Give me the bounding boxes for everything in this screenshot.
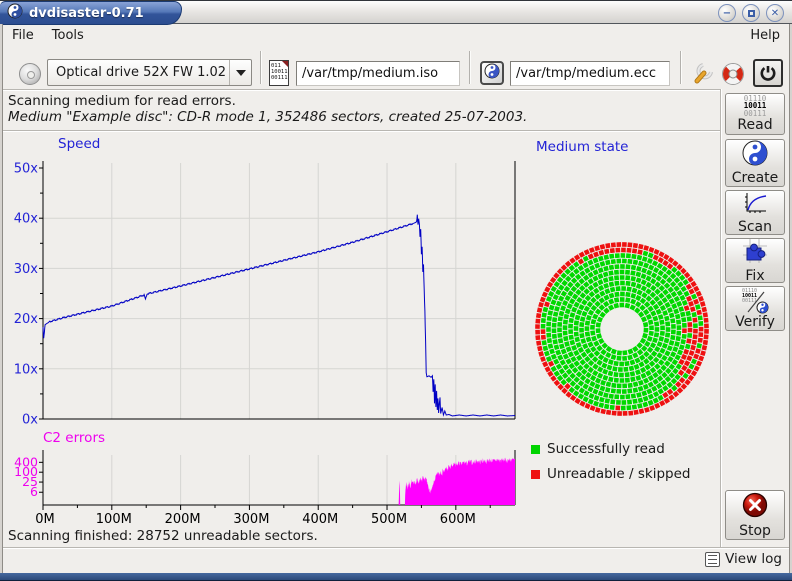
svg-text:50x: 50x	[14, 162, 39, 177]
legend-label: Successfully read	[547, 441, 665, 457]
status-line-2: Medium "Example disc": CD-R mode 1, 3524…	[8, 109, 527, 125]
log-list-icon	[705, 552, 720, 567]
dvdisaster-window: { "window": { "title": "dvdisaster-0.71"…	[0, 0, 792, 581]
yinyang-create-icon	[742, 140, 768, 170]
svg-text:10x: 10x	[14, 362, 39, 377]
sidebar-button-label: Read	[737, 117, 772, 133]
maximize-button[interactable]	[742, 4, 760, 22]
sidebar-button-scan[interactable]: Scan	[725, 190, 785, 235]
sidebar-button-label: Create	[732, 170, 779, 186]
image-file-icon: 0111001100111	[269, 60, 289, 86]
sidebar-button-verify[interactable]: 011101001100111Verify	[725, 286, 785, 331]
sidebar-button-fix[interactable]: Fix	[725, 238, 785, 283]
menu-item-help[interactable]: Help	[741, 26, 789, 45]
svg-text:Speed: Speed	[58, 136, 100, 152]
medium-state-title: Medium state	[536, 139, 628, 155]
svg-text:30x: 30x	[14, 262, 39, 277]
svg-text:200M: 200M	[165, 512, 201, 526]
menu-item-file[interactable]: File	[3, 26, 43, 45]
svg-text:0x: 0x	[22, 413, 38, 428]
svg-text:0M: 0M	[35, 512, 55, 526]
puzzle-fix-icon	[742, 238, 768, 268]
chevron-down-icon	[236, 70, 246, 76]
close-button[interactable]: ✕	[766, 4, 784, 22]
toolbar-separator	[469, 51, 471, 84]
title-tab: dvdisaster-0.71	[0, 1, 182, 25]
scan-result-text: Scanning finished: 28752 unreadable sect…	[8, 528, 318, 544]
preferences-wrench-icon[interactable]	[689, 59, 717, 87]
legend-swatch	[531, 445, 540, 454]
image-file-input[interactable]	[296, 61, 460, 86]
sidebar-button-label: Stop	[739, 523, 771, 539]
svg-text:C2 errors: C2 errors	[43, 430, 105, 446]
curve-scan-icon	[742, 191, 768, 219]
title-bar[interactable]: dvdisaster-0.71 − ✕	[0, 0, 792, 24]
svg-text:20x: 20x	[14, 312, 39, 327]
verify-compare-icon: 011101001100111	[740, 288, 770, 314]
menu-bar: FileTools Help	[3, 25, 789, 46]
toolbar: Optical drive 52X FW 1.02 0111001100111	[3, 46, 789, 89]
action-sidebar: 011101001100111ReadCreateScanFix01110100…	[723, 89, 789, 547]
status-line-1: Scanning medium for read errors.	[8, 93, 236, 109]
svg-text:100M: 100M	[96, 512, 132, 526]
sidebar-button-label: Fix	[745, 268, 764, 284]
sidebar-button-create[interactable]: Create	[725, 139, 785, 187]
legend-item: Unreadable / skipped	[531, 466, 690, 482]
menu-item-tools[interactable]: Tools	[43, 26, 93, 45]
quit-power-icon[interactable]	[753, 59, 783, 87]
separator	[0, 130, 722, 132]
ecc-file-icon	[480, 61, 504, 85]
window-title: dvdisaster-0.71	[29, 6, 144, 21]
help-lifebuoy-icon[interactable]	[719, 60, 747, 88]
svg-text:400M: 400M	[302, 512, 338, 526]
sidebar-button-read[interactable]: 011101001100111Read	[725, 93, 785, 135]
legend-swatch	[531, 470, 540, 479]
speed-chart: Speed 0x 10x 20x 30x 40x 50x	[0, 135, 530, 430]
separator	[720, 89, 722, 547]
svg-text:300M: 300M	[233, 512, 269, 526]
drive-selector[interactable]: Optical drive 52X FW 1.02	[47, 59, 252, 86]
drive-selector-arrow[interactable]	[229, 60, 251, 85]
cd-drive-icon	[19, 63, 41, 85]
medium-state-disc	[527, 234, 717, 424]
svg-text:600M: 600M	[440, 512, 476, 526]
svg-text:6: 6	[30, 484, 38, 499]
svg-text:500M: 500M	[371, 512, 407, 526]
stop-x-icon	[741, 491, 769, 523]
separator	[0, 89, 722, 91]
view-log-button[interactable]: View log	[705, 551, 782, 567]
drive-selector-value: Optical drive 52X FW 1.02	[48, 65, 229, 80]
legend-item: Successfully read	[531, 441, 665, 457]
svg-text:40x: 40x	[14, 212, 39, 227]
app-yinyang-icon	[7, 3, 23, 23]
sidebar-button-label: Verify	[735, 314, 775, 330]
footer-bar: View log	[0, 549, 792, 573]
window-left-border	[0, 24, 3, 573]
legend-label: Unreadable / skipped	[547, 466, 690, 482]
toolbar-separator	[680, 51, 682, 84]
minimize-button[interactable]: −	[718, 4, 736, 22]
sidebar-button-label: Scan	[738, 219, 772, 235]
view-log-label: View log	[725, 551, 782, 567]
ecc-file-input[interactable]	[510, 61, 670, 86]
maximize-icon	[748, 10, 755, 17]
c2-errors-chart: C2 errors4001002560M100M200M300M400M500M…	[0, 430, 530, 526]
binary-read-icon: 011101001100111	[744, 95, 767, 118]
sidebar-button-stop[interactable]: Stop	[725, 490, 785, 540]
window-bottom-border	[0, 573, 792, 581]
toolbar-separator	[260, 51, 262, 84]
